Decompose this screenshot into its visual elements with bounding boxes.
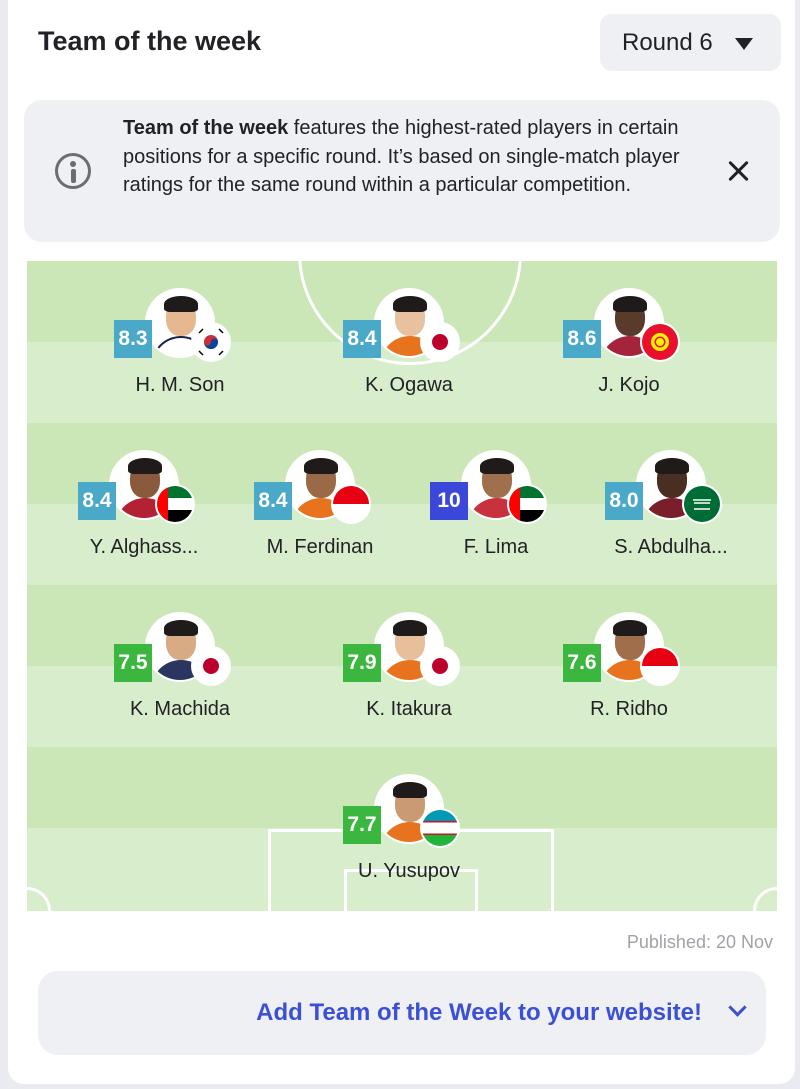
player-name: S. Abdulha... — [614, 536, 728, 558]
rating-badge: 7.9 — [343, 644, 381, 682]
rating-badge: 8.4 — [254, 482, 292, 520]
rating-badge: 7.6 — [563, 644, 601, 682]
embed-widget-button[interactable]: Add Team of the Week to your website! — [38, 971, 766, 1055]
player-name: K. Ogawa — [365, 374, 453, 396]
saudi-arabia-flag-icon — [682, 484, 722, 524]
info-text-bold: Team of the week — [123, 117, 289, 139]
player-card[interactable]: 7.7 U. Yusupov — [299, 774, 519, 894]
team-of-the-week-card: Team of the week Round 6 Team of the wee… — [8, 0, 795, 1084]
embed-widget-label: Add Team of the Week to your website! — [256, 999, 702, 1026]
player-card[interactable]: 8.0 S. Abdulha... — [561, 450, 777, 570]
chevron-down-icon — [728, 998, 747, 1017]
indonesia-flag-icon — [331, 484, 371, 524]
kyrgyzstan-flag-icon — [640, 322, 680, 362]
info-banner: Team of the week features the highest-ra… — [24, 100, 780, 242]
player-card[interactable]: 8.6 J. Kojo — [519, 288, 739, 408]
player-card[interactable]: 7.6 R. Ridho — [519, 612, 739, 732]
football-pitch: 8.3 H. M. Son 8.4 K. Ogawa 8.6 J. Kojo 8… — [27, 261, 777, 911]
info-icon — [55, 153, 91, 189]
published-date: Published: 20 Nov — [626, 932, 773, 952]
rating-badge: 8.6 — [563, 320, 601, 358]
round-dropdown-label: Round 6 — [622, 28, 713, 56]
info-text: Team of the week features the highest-ra… — [123, 114, 703, 200]
rating-badge: 10 — [430, 482, 468, 520]
uae-flag-icon — [155, 484, 195, 524]
player-card[interactable]: 7.9 K. Itakura — [299, 612, 519, 732]
rating-badge: 8.3 — [114, 320, 152, 358]
player-card[interactable]: 8.4 K. Ogawa — [299, 288, 519, 408]
widget-title: Team of the week — [38, 26, 262, 56]
close-icon[interactable] — [728, 160, 750, 182]
rating-badge: 7.7 — [343, 806, 381, 844]
japan-flag-icon — [420, 322, 460, 362]
player-name: R. Ridho — [590, 698, 668, 720]
player-card[interactable]: 8.3 H. M. Son — [70, 288, 290, 408]
player-name: K. Itakura — [366, 698, 452, 720]
player-name: H. M. Son — [135, 374, 225, 396]
round-dropdown[interactable]: Round 6 — [600, 14, 781, 71]
uzbekistan-flag-icon — [420, 808, 460, 848]
player-card[interactable]: 7.5 K. Machida — [70, 612, 290, 732]
player-name: J. Kojo — [598, 374, 660, 396]
rating-badge: 8.0 — [605, 482, 643, 520]
rating-badge: 8.4 — [343, 320, 381, 358]
japan-flag-icon — [191, 646, 231, 686]
player-name: U. Yusupov — [358, 860, 460, 882]
south-korea-flag-icon — [191, 322, 231, 362]
player-name: K. Machida — [129, 698, 231, 720]
japan-flag-icon — [420, 646, 460, 686]
rating-badge: 8.4 — [78, 482, 116, 520]
indonesia-flag-icon — [640, 646, 680, 686]
uae-flag-icon — [507, 484, 547, 524]
caret-down-icon — [735, 38, 753, 50]
rating-badge: 7.5 — [114, 644, 152, 682]
